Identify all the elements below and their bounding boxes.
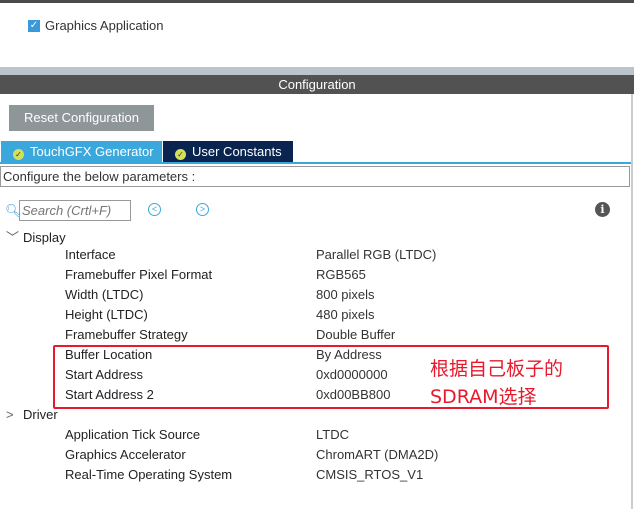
configuration-header: Configuration [0,75,634,94]
group-driver[interactable]: > Driver [6,407,58,422]
param-label[interactable]: Framebuffer Strategy [65,327,188,342]
param-label[interactable]: Real-Time Operating System [65,467,232,482]
tab-user-constants[interactable]: ✓ User Constants [163,141,293,162]
param-label[interactable]: Framebuffer Pixel Format [65,267,212,282]
param-value[interactable]: CMSIS_RTOS_V1 [316,467,423,482]
check-circle-icon: ✓ [175,149,186,160]
tab-label: TouchGFX Generator [30,144,154,159]
check-circle-icon: ✓ [13,149,24,160]
group-label: Display [23,230,66,245]
chevron-right-icon: > [6,407,14,422]
search-input[interactable] [19,200,131,221]
param-value[interactable]: RGB565 [316,267,366,282]
param-label[interactable]: Interface [65,247,116,262]
annotation-line-2: SDRAM选择 [430,386,537,408]
tab-underline [0,162,631,164]
param-label[interactable]: Width (LTDC) [65,287,143,302]
divider [0,67,634,75]
param-value[interactable]: ChromART (DMA2D) [316,447,438,462]
param-label[interactable]: Graphics Accelerator [65,447,186,462]
param-label[interactable]: Application Tick Source [65,427,200,442]
param-value[interactable]: Parallel RGB (LTDC) [316,247,436,262]
next-icon[interactable]: > [196,203,209,216]
info-icon[interactable]: i [595,202,610,217]
param-value[interactable]: 800 pixels [316,287,375,302]
checkbox-label: Graphics Application [45,18,164,33]
scrollbar[interactable] [631,94,633,509]
reset-configuration-button[interactable]: Reset Configuration [9,105,154,131]
tab-label: User Constants [192,144,282,159]
tab-touchgfx-generator[interactable]: ✓ TouchGFX Generator [1,141,162,162]
param-value[interactable]: Double Buffer [316,327,395,342]
description-box: Configure the below parameters : [0,166,630,187]
chevron-down-icon: ﹀ [6,230,20,245]
group-display[interactable]: ﹀ Display [6,227,66,246]
param-value[interactable]: 480 pixels [316,307,375,322]
group-label: Driver [23,407,58,422]
param-label[interactable]: Height (LTDC) [65,307,148,322]
top-bar [0,0,634,3]
param-value[interactable]: LTDC [316,427,349,442]
checkbox-graphics-application[interactable]: ✓ [28,20,40,32]
previous-icon[interactable]: < [148,203,161,216]
annotation-line-1: 根据自己板子的 [430,358,564,380]
